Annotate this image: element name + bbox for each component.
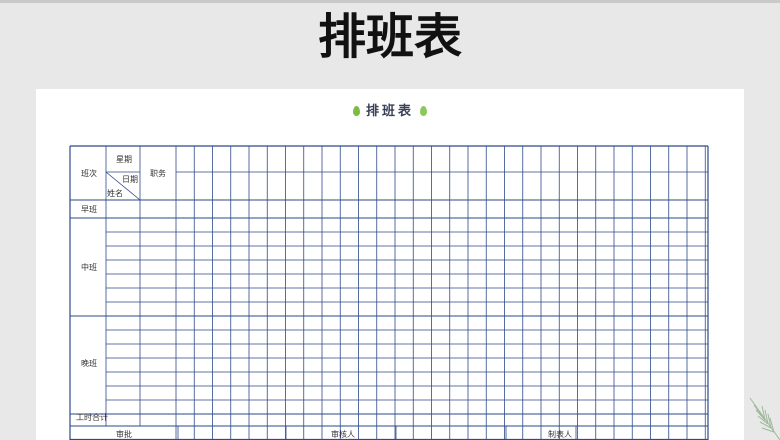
slide-title: 排班表: [317, 9, 462, 65]
row-night-label: 晚班: [81, 359, 97, 368]
footer-reviewer-label: 审核人: [331, 430, 355, 439]
palm-leaf-icon: [749, 397, 780, 440]
row-hours-total-label: 工时合计: [76, 413, 108, 422]
header-weekday-label: 星期: [116, 155, 132, 164]
footer-maker-label: 制表人: [548, 430, 572, 439]
row-morning-label: 早班: [81, 205, 97, 214]
schedule-sheet: 排班表 班次 星期 日期 姓名 职务 早班 中班 晚班 工时合计 审批 审核人 …: [36, 89, 744, 440]
header-name-label: 姓名: [107, 189, 123, 198]
row-middle-label: 中班: [81, 263, 97, 272]
header-date-label: 日期: [122, 175, 138, 184]
top-border: [0, 0, 780, 3]
header-position-label: 职务: [150, 169, 166, 178]
schedule-grid: [69, 145, 709, 440]
footer-review-label: 审批: [116, 430, 132, 439]
header-shift-label: 班次: [81, 169, 97, 178]
